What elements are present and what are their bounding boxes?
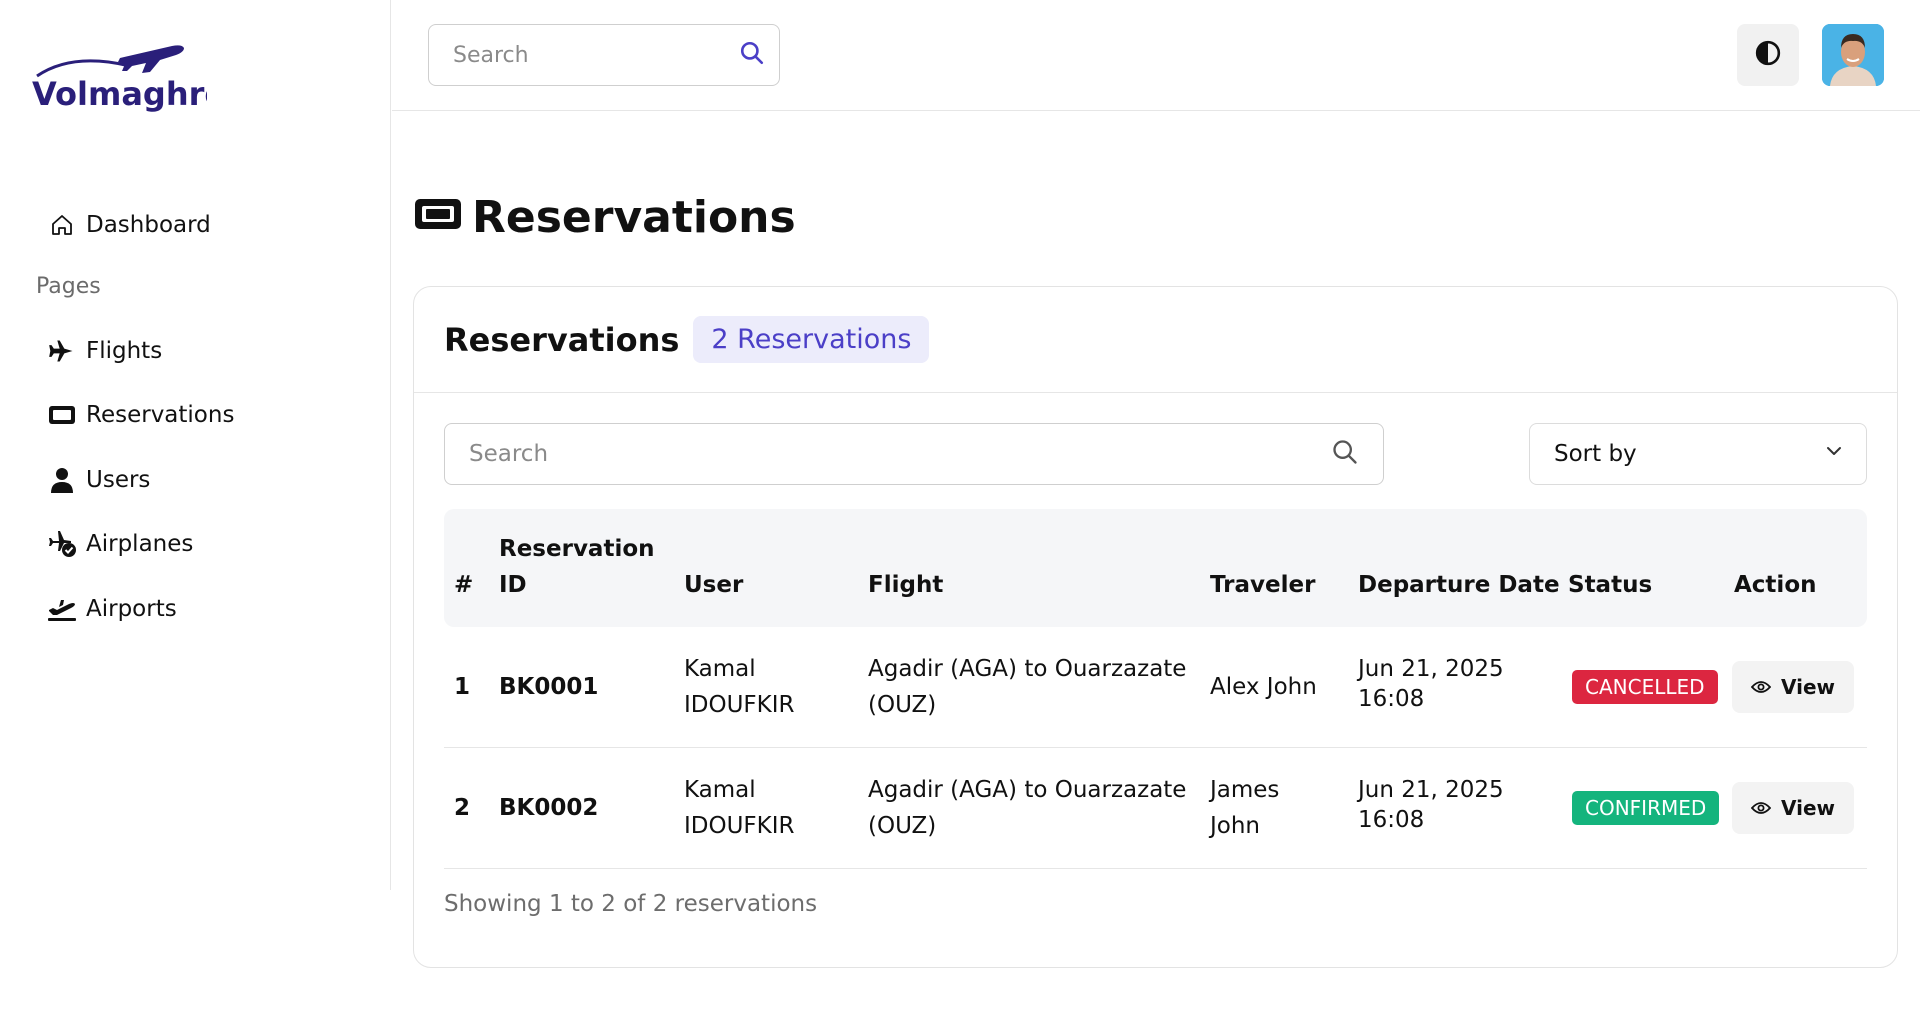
cell-user: Kamal IDOUFKIR bbox=[684, 777, 795, 839]
cell-departure-time: 16:08 bbox=[1358, 807, 1425, 833]
eye-icon bbox=[1750, 675, 1772, 699]
cell-reservation-id: BK0002 bbox=[499, 795, 599, 821]
pagination-summary: Showing 1 to 2 of 2 reservations bbox=[444, 891, 818, 917]
th-action: Action bbox=[1734, 572, 1817, 598]
table-search-input[interactable] bbox=[469, 441, 1331, 467]
brand-logo[interactable]: Volmaghreb bbox=[32, 42, 207, 112]
status-badge: CANCELLED bbox=[1572, 670, 1718, 704]
page-title-text: Reservations bbox=[472, 192, 796, 243]
sidebar-item-flights[interactable]: Flights bbox=[46, 331, 162, 371]
cell-user: Kamal IDOUFKIR bbox=[684, 656, 795, 718]
topbar bbox=[392, 0, 1920, 111]
brand-name: Volmaghreb bbox=[32, 75, 207, 112]
user-icon bbox=[46, 464, 78, 496]
sidebar-section-label: Pages bbox=[36, 274, 101, 299]
contrast-icon bbox=[1755, 40, 1781, 70]
th-reservation-id: Reservation ID bbox=[499, 536, 655, 598]
cell-reservation-id: BK0001 bbox=[499, 674, 599, 700]
sidebar: Volmaghreb Dashboard Pages Flights Reser… bbox=[0, 0, 391, 890]
cell-num: 2 bbox=[454, 795, 471, 821]
card-header: Reservations 2 Reservations bbox=[414, 287, 1897, 393]
sidebar-item-label: Dashboard bbox=[86, 212, 211, 238]
cell-flight: Agadir (AGA) to Ouarzazate (OUZ) bbox=[868, 777, 1187, 839]
view-button[interactable]: View bbox=[1732, 661, 1854, 713]
cell-flight: Agadir (AGA) to Ouarzazate (OUZ) bbox=[868, 656, 1187, 718]
user-avatar[interactable] bbox=[1822, 24, 1884, 86]
plane-check-icon bbox=[46, 528, 78, 560]
table-row: 2 BK0002 Kamal IDOUFKIR Agadir (AGA) to … bbox=[444, 748, 1867, 869]
th-num: # bbox=[454, 572, 474, 598]
th-departure: Departure Date bbox=[1358, 572, 1560, 598]
top-search-box[interactable] bbox=[428, 24, 780, 86]
ticket-icon bbox=[46, 399, 78, 431]
cell-traveler: James John bbox=[1210, 777, 1280, 839]
sidebar-item-label: Airplanes bbox=[86, 531, 194, 557]
table-search-box[interactable] bbox=[444, 423, 1384, 485]
view-button-label: View bbox=[1780, 796, 1836, 820]
reservations-card: Reservations 2 Reservations Sort by # Re… bbox=[413, 286, 1898, 968]
chevron-down-icon bbox=[1824, 441, 1844, 467]
view-button[interactable]: View bbox=[1732, 782, 1854, 834]
sidebar-item-airports[interactable]: Airports bbox=[46, 589, 177, 629]
sidebar-item-reservations[interactable]: Reservations bbox=[46, 395, 234, 435]
sidebar-item-label: Users bbox=[86, 467, 151, 493]
count-badge: 2 Reservations bbox=[693, 316, 930, 363]
cell-departure-date: Jun 21, 2025 bbox=[1358, 777, 1504, 803]
th-flight: Flight bbox=[868, 572, 944, 598]
theme-toggle-button[interactable] bbox=[1737, 24, 1799, 86]
view-button-label: View bbox=[1780, 675, 1836, 699]
status-badge: CONFIRMED bbox=[1572, 791, 1720, 825]
reservations-table: # Reservation ID User Flight Traveler De… bbox=[444, 509, 1867, 869]
cell-departure-time: 16:08 bbox=[1358, 686, 1425, 712]
cell-departure-date: Jun 21, 2025 bbox=[1358, 656, 1504, 682]
eye-icon bbox=[1750, 796, 1772, 820]
sidebar-item-label: Flights bbox=[86, 338, 163, 364]
sort-label: Sort by bbox=[1554, 441, 1637, 467]
top-search-input[interactable] bbox=[453, 42, 739, 68]
cell-num: 1 bbox=[454, 674, 471, 700]
sort-select[interactable]: Sort by bbox=[1529, 423, 1867, 485]
page-title: Reservations bbox=[414, 192, 796, 243]
search-icon[interactable] bbox=[1331, 438, 1359, 470]
ticket-icon bbox=[414, 192, 462, 243]
th-traveler: Traveler bbox=[1210, 572, 1316, 598]
th-status: Status bbox=[1568, 572, 1653, 598]
search-icon[interactable] bbox=[739, 40, 765, 70]
sidebar-item-airplanes[interactable]: Airplanes bbox=[46, 524, 193, 564]
sidebar-item-dashboard[interactable]: Dashboard bbox=[46, 205, 211, 245]
card-title: Reservations bbox=[444, 320, 680, 359]
cell-traveler: Alex John bbox=[1210, 674, 1317, 700]
home-icon bbox=[46, 209, 78, 241]
table-header: # Reservation ID User Flight Traveler De… bbox=[444, 509, 1867, 627]
plane-icon bbox=[46, 335, 78, 367]
table-row: 1 BK0001 Kamal IDOUFKIR Agadir (AGA) to … bbox=[444, 627, 1867, 748]
sidebar-item-users[interactable]: Users bbox=[46, 460, 150, 500]
sidebar-item-label: Reservations bbox=[86, 402, 235, 428]
plane-departure-icon bbox=[46, 593, 78, 625]
th-user: User bbox=[684, 572, 744, 598]
sidebar-item-label: Airports bbox=[86, 596, 177, 622]
